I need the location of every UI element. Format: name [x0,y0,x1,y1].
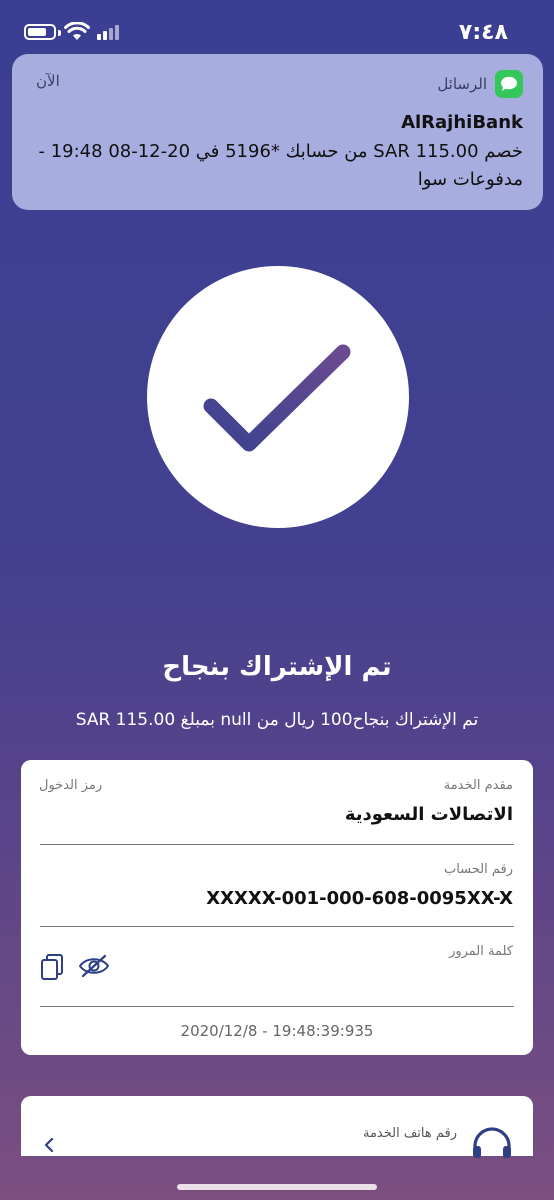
chevron-left-icon[interactable] [43,1136,55,1154]
account-value: XXXXX-001-000-608-0095XX-X [206,888,513,909]
provider-value: الاتصالات السعودية [344,804,513,825]
headset-icon [473,1127,511,1158]
notification-banner[interactable]: الرسائل الآن AlRajhiBank خصم SAR 115.00 … [12,54,543,210]
divider [40,1006,514,1007]
service-phone-card[interactable]: رقم هاتف الخدمة [21,1096,533,1158]
divider [40,844,514,845]
access-code-label: رمز الدخول [39,778,103,793]
transaction-timestamp: 2020/12/8 - 19:48:39:935 [180,1022,374,1040]
hide-password-eye-icon[interactable] [78,954,110,978]
status-bar: ٧:٤٨ [0,0,554,60]
success-checkmark-circle [147,266,409,528]
messages-app-icon [495,70,523,98]
notification-time: الآن [36,72,60,90]
divider [40,926,514,927]
account-label: رقم الحساب [443,862,513,877]
notification-body: خصم SAR 115.00 من حسابك *5196 في 20-12-0… [38,141,523,190]
checkmark-icon [203,344,351,452]
copy-icon[interactable] [39,952,69,982]
wifi-icon [64,22,90,40]
notification-app-name: الرسائل [437,75,487,93]
cellular-signal-icon [97,25,119,40]
status-time: ٧:٤٨ [458,20,508,45]
notification-app: الرسائل [437,70,523,98]
success-subtitle: تم الإشتراك بنجاح100 ريال من null بمبلغ … [75,710,479,730]
home-indicator[interactable] [177,1184,377,1190]
subscription-details-card: مقدم الخدمة رمز الدخول الاتصالات السعودي… [21,760,533,1055]
success-title: تم الإشتراك بنجاح [162,652,392,682]
service-phone-label: رقم هاتف الخدمة [362,1126,457,1141]
notification-title: AlRajhiBank [401,112,523,133]
provider-label: مقدم الخدمة [443,778,513,793]
battery-icon [24,24,61,40]
password-label: كلمة المرور [449,944,513,959]
